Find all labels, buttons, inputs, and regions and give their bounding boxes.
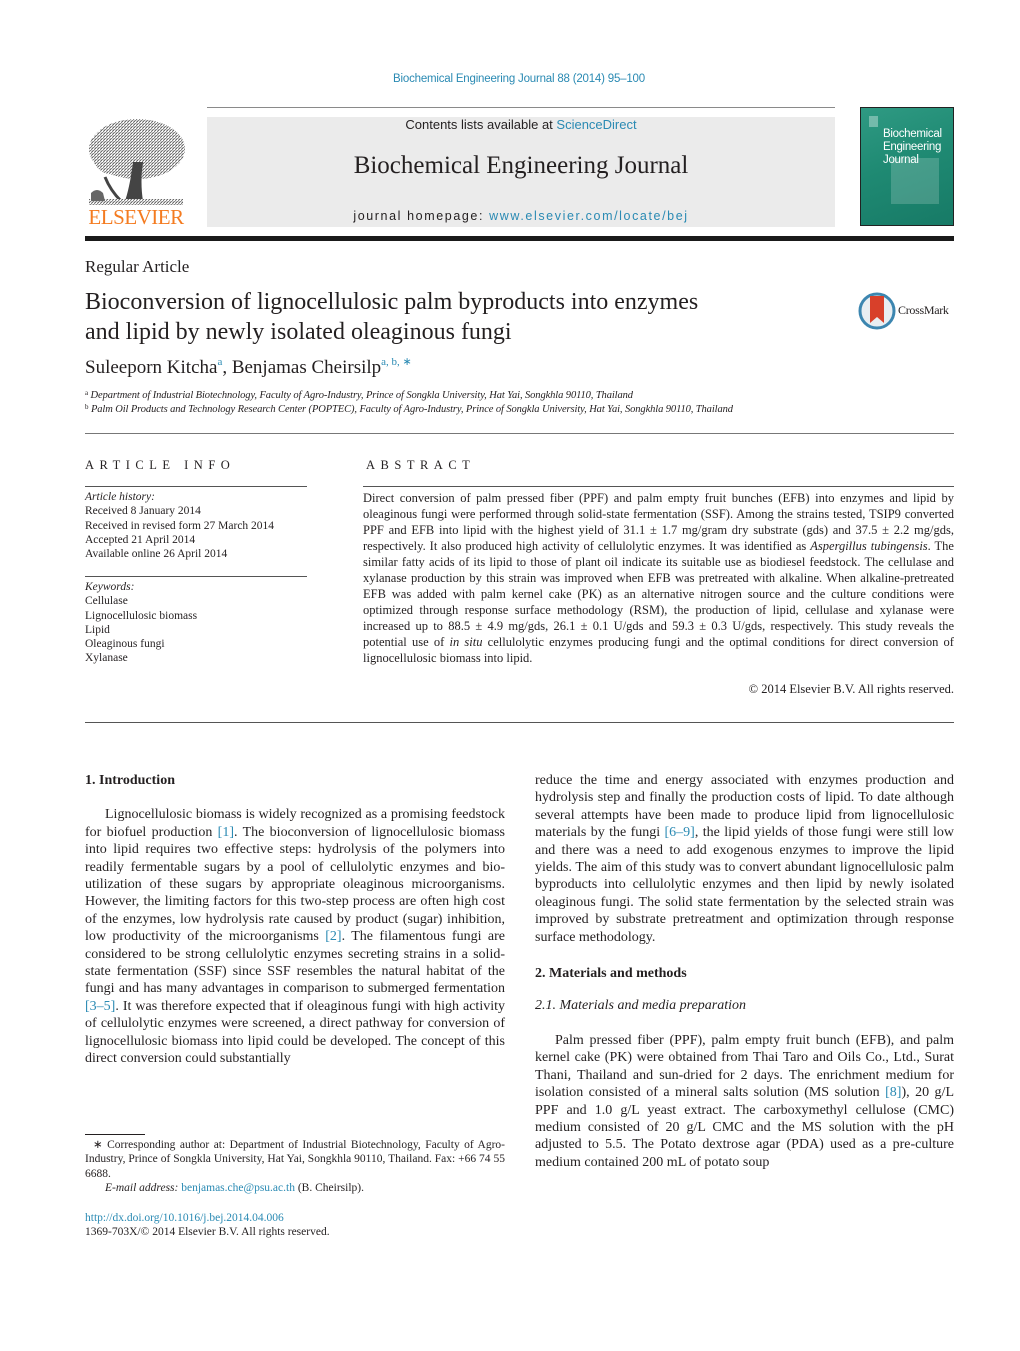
contents-line: Contents lists available at ScienceDirec…	[207, 117, 835, 132]
homepage-link[interactable]: www.elsevier.com/locate/bej	[489, 209, 689, 223]
reference-link[interactable]: [6–9]	[665, 825, 695, 840]
keyword: Cellulase	[85, 595, 128, 608]
history-item: Received in revised form 27 March 2014	[85, 519, 275, 532]
keyword: Lipid	[85, 623, 110, 636]
affiliation-mark: a	[85, 389, 89, 397]
intro-paragraph-continued: reduce the time and energy associated wi…	[535, 772, 954, 946]
crossmark-label: CrossMark	[898, 303, 949, 317]
header-thick-divider	[85, 236, 954, 241]
abstract-copyright: © 2014 Elsevier B.V. All rights reserved…	[748, 682, 954, 696]
email-suffix: (B. Cheirsilp).	[294, 1181, 364, 1194]
affiliation-text: Department of Industrial Biotechnology, …	[90, 390, 634, 401]
species-name: Aspergillus tubingensis	[810, 539, 928, 553]
text-segment: . It was therefore expected that if olea…	[85, 998, 505, 1067]
intro-paragraph: Lignocellulosic biomass is widely recogn…	[85, 806, 505, 1067]
reference-link[interactable]: [2]	[325, 929, 341, 944]
corresponding-author-footnote: ∗ Corresponding author at: Department of…	[85, 1138, 505, 1195]
reference-link[interactable]: [1]	[218, 825, 234, 840]
abstract-bottom-divider	[85, 722, 954, 723]
footnote-text: ∗ Corresponding author at: Department of…	[85, 1139, 505, 1180]
history-item: Accepted 21 April 2014	[85, 533, 196, 546]
keywords-block: Keywords: Cellulase Lignocellulosic biom…	[85, 580, 197, 666]
article-history: Article history: Received 8 January 2014…	[85, 490, 274, 561]
crossmark-button[interactable]: CrossMark	[858, 291, 958, 331]
doi-link[interactable]: http://dx.doi.org/10.1016/j.bej.2014.04.…	[85, 1212, 284, 1224]
in-situ-term: in situ	[449, 635, 483, 649]
article-info-divider	[85, 486, 307, 487]
author-affiliation-mark[interactable]: a, b, ∗	[381, 356, 412, 368]
journal-cover-thumbnail[interactable]: Biochemical Engineering Journal	[860, 107, 954, 226]
crossmark-icon	[858, 292, 896, 330]
author-name[interactable]: Suleeporn Kitcha	[85, 357, 217, 378]
left-column: 1. Introduction Lignocellulosic biomass …	[85, 772, 505, 1068]
keyword: Xylanase	[85, 652, 128, 665]
elsevier-tree-icon	[89, 119, 185, 205]
sciencedirect-link[interactable]: ScienceDirect	[556, 117, 636, 132]
cover-title: Biochemical Engineering Journal	[883, 128, 942, 167]
article-title: Bioconversion of lignocellulosic palm by…	[85, 287, 805, 347]
journal-citation-link[interactable]: Biochemical Engineering Journal 88 (2014…	[0, 73, 1020, 85]
affiliation-b: b Palm Oil Products and Technology Resea…	[85, 403, 733, 415]
methods-paragraph: Palm pressed fiber (PPF), palm empty fru…	[535, 1032, 954, 1171]
author-separator: ,	[222, 357, 232, 378]
footnote-divider	[85, 1134, 145, 1135]
article-type: Regular Article	[85, 257, 190, 276]
affiliation-text: Palm Oil Products and Technology Researc…	[90, 404, 733, 415]
text-segment: . The bioconversion of lignocellulosic b…	[85, 824, 505, 945]
history-item: Available online 26 April 2014	[85, 548, 228, 561]
keywords-label: Keywords:	[85, 581, 135, 593]
history-item: Received 8 January 2014	[85, 505, 201, 518]
elsevier-wordmark: ELSEVIER	[88, 205, 184, 229]
abstract-segment: . The similar fatty acids of its lipid t…	[363, 539, 954, 649]
elsevier-logo[interactable]: ELSEVIER	[85, 117, 187, 229]
contents-prefix: Contents lists available at	[405, 117, 557, 132]
abstract-heading: ABSTRACT	[366, 458, 476, 472]
issn-copyright: 1369-703X/© 2014 Elsevier B.V. All right…	[85, 1226, 330, 1239]
title-line: and lipid by newly isolated oleaginous f…	[85, 319, 512, 345]
email-link[interactable]: benjamas.che@psu.ac.th	[181, 1182, 295, 1194]
keyword: Lignocellulosic biomass	[85, 609, 198, 622]
article-info-heading: ARTICLE INFO	[85, 458, 236, 472]
affiliation-mark: b	[85, 403, 89, 411]
title-line: Bioconversion of lignocellulosic palm by…	[85, 289, 699, 315]
reference-link[interactable]: [3–5]	[85, 999, 115, 1014]
journal-name: Biochemical Engineering Journal	[353, 152, 689, 179]
section-heading-methods: 2. Materials and methods	[535, 966, 687, 982]
email-label: E-mail address:	[105, 1181, 182, 1194]
right-column: reduce the time and energy associated wi…	[535, 772, 954, 1171]
abstract-text: Direct conversion of palm pressed fiber …	[363, 490, 954, 666]
cover-title-line: Engineering	[883, 141, 942, 153]
keyword: Oleaginous fungi	[85, 638, 165, 651]
affiliation-a: a Department of Industrial Biotechnology…	[85, 389, 633, 401]
text-segment: , the lipid yields of those fungi were s…	[535, 825, 955, 945]
author-name[interactable]: Benjamas Cheirsilp	[232, 357, 381, 378]
title-divider	[85, 433, 954, 434]
homepage-label: journal homepage:	[353, 209, 490, 223]
author-list: Suleeporn Kitchaa, Benjamas Cheirsilpa, …	[85, 355, 412, 379]
doi-block: http://dx.doi.org/10.1016/j.bej.2014.04.…	[85, 1211, 330, 1240]
history-label: Article history:	[85, 491, 155, 503]
cover-title-line: Journal	[883, 154, 919, 166]
journal-banner: Contents lists available at ScienceDirec…	[207, 117, 835, 227]
subsection-heading: 2.1. Materials and media preparation	[535, 998, 747, 1014]
cover-logo-icon	[869, 116, 878, 127]
keywords-divider	[85, 576, 307, 577]
cover-title-line: Biochemical	[883, 128, 942, 140]
journal-homepage: journal homepage: www.elsevier.com/locat…	[207, 209, 835, 223]
abstract-divider	[363, 486, 954, 487]
header-divider	[207, 107, 835, 108]
reference-link[interactable]: [8]	[885, 1085, 901, 1100]
email-line: E-mail address: benjamas.che@psu.ac.th (…	[85, 1181, 505, 1195]
section-heading-introduction: 1. Introduction	[85, 773, 175, 788]
